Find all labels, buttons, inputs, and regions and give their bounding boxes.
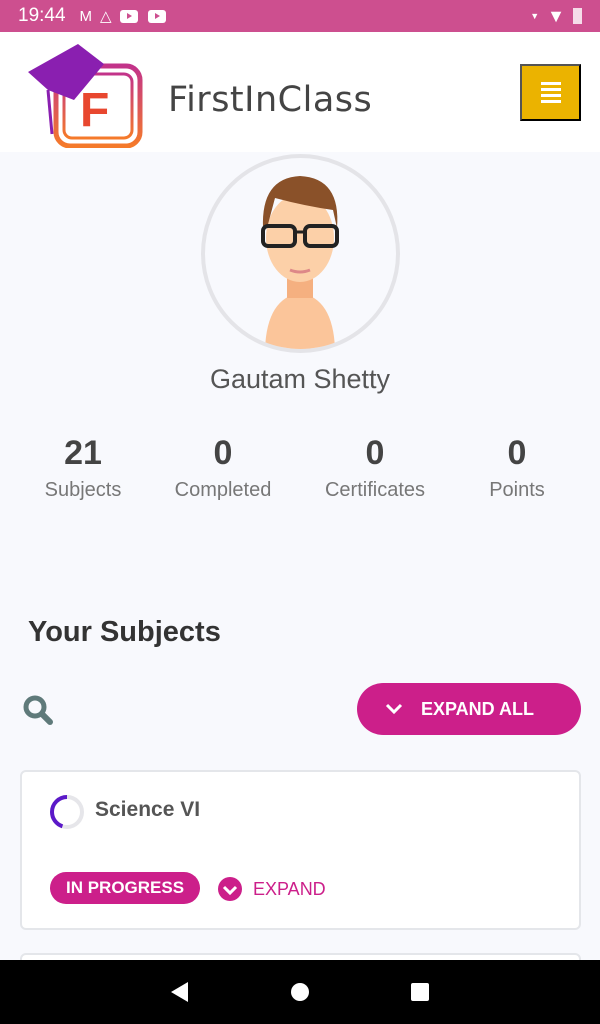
stat-points: 0 Points — [489, 434, 545, 501]
search-icon[interactable] — [22, 694, 54, 726]
hamburger-icon — [540, 82, 561, 85]
subject-name[interactable]: Science VI — [95, 798, 200, 822]
youtube-icon — [147, 9, 166, 23]
firstinclass-logo: F — [28, 44, 143, 148]
clock: 19:44 — [18, 5, 66, 26]
brand-name: FirstInClass — [168, 80, 373, 120]
recents-icon[interactable] — [410, 982, 430, 1002]
signal-icon: ▼ — [530, 11, 540, 21]
svg-text:F: F — [80, 84, 109, 137]
stat-completed: 0 Completed — [174, 434, 272, 501]
status-bar: 19:44 M △ ▼ ▼ — [0, 0, 600, 32]
chevron-circle-down-icon — [218, 877, 242, 901]
gmail-icon: M — [79, 7, 93, 25]
youtube-icon — [119, 9, 138, 23]
chevron-down-icon — [385, 703, 403, 715]
wifi-icon: ▼ — [547, 5, 565, 26]
expand-all-button[interactable]: EXPAND ALL — [357, 683, 581, 735]
section-title: Your Subjects — [28, 616, 221, 648]
subject-card[interactable]: Science VI IN PROGRESS EXPAND — [20, 770, 581, 930]
stat-certificates: 0 Certificates — [324, 434, 426, 501]
hamburger-menu-button[interactable] — [520, 64, 581, 121]
drive-icon: △ — [100, 8, 112, 25]
stat-subjects: 21 Subjects — [44, 434, 122, 501]
expand-label: EXPAND — [253, 878, 326, 899]
home-icon[interactable] — [290, 982, 310, 1002]
android-nav-bar — [0, 960, 600, 1024]
back-icon[interactable] — [170, 981, 190, 1003]
status-badge: IN PROGRESS — [50, 872, 201, 904]
expand-button[interactable]: EXPAND — [217, 876, 326, 902]
profile-name: Gautam Shetty — [209, 364, 391, 394]
avatar[interactable] — [201, 154, 400, 353]
expand-all-label: EXPAND ALL — [421, 698, 535, 719]
app-header: F FirstInClass — [0, 32, 600, 152]
battery-icon — [573, 8, 582, 24]
progress-ring — [50, 795, 84, 829]
